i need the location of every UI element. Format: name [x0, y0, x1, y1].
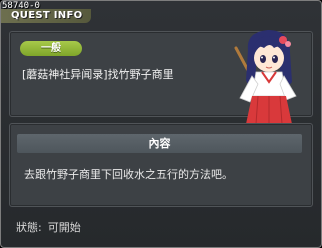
status-value: 可開始 [47, 221, 81, 234]
window-title: QUEST INFO [11, 10, 83, 21]
quest-category-badge: 一般 [20, 41, 82, 56]
window-title-bar[interactable]: QUEST INFO [1, 9, 91, 23]
quest-content-panel: 內容 去跟竹野子商里下回收水之五行的方法吧。 [9, 123, 313, 207]
quest-status: 狀態: 可開始 [16, 221, 87, 235]
content-section-header: 內容 [17, 134, 302, 153]
status-label: 狀態: [16, 221, 42, 234]
quest-summary-panel: 一般 [蘑菇神社异闻录]找竹野子商里 [9, 30, 313, 145]
quest-description: 去跟竹野子商里下回收水之五行的方法吧。 [24, 168, 233, 181]
quest-info-window: 58740-0 QUEST INFO 一般 [蘑菇神社异闻录]找竹野子商里 內容… [0, 0, 322, 248]
quest-name: [蘑菇神社异闻录]找竹野子商里 [22, 68, 174, 81]
